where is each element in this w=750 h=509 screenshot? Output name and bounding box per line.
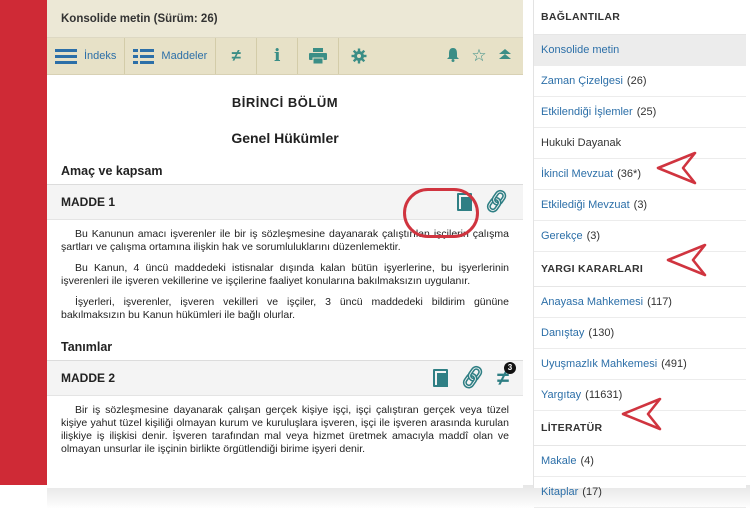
- bell-icon: [447, 47, 459, 62]
- changes-icon[interactable]: ≠ 3: [497, 362, 516, 389]
- info-icon: i: [274, 46, 281, 66]
- document-title: Konsolide metin (Sürüm: 26): [47, 0, 523, 38]
- section-heading-definitions: Tanımlar: [47, 340, 523, 361]
- copy-document-icon[interactable]: [432, 369, 448, 387]
- article-actions: 🔗︎ ≠ 3: [432, 361, 516, 395]
- printer-icon: [309, 48, 328, 64]
- double-chevron-up-icon: [499, 49, 511, 59]
- sidebar-item-books[interactable]: Kitaplar (17): [534, 477, 746, 508]
- index-button[interactable]: İndeks: [47, 38, 124, 74]
- sidebar-item-count: (491): [661, 358, 687, 370]
- article-header: MADDE 2 🔗︎ ≠ 3: [47, 361, 523, 396]
- favorite-button[interactable]: ☆: [469, 46, 489, 66]
- print-button[interactable]: [298, 38, 338, 74]
- articles-button[interactable]: Maddeler: [125, 38, 215, 74]
- sidebar-item-label: Konsolide metin: [541, 44, 620, 56]
- article-paragraph: Bu Kanun, 4 üncü maddedeki istisnalar dı…: [61, 262, 509, 287]
- sidebar-item-count: (3): [586, 230, 601, 242]
- not-equal-icon: ≠: [231, 46, 241, 65]
- sidebar-item-label: Kitaplar: [541, 486, 579, 498]
- sidebar-item-count: (4): [580, 455, 594, 467]
- sidebar-item-court-of-jurisdictional-disputes[interactable]: Uyuşmazlık Mahkemesi (491): [534, 349, 746, 380]
- link-icon[interactable]: 🔗︎: [482, 189, 511, 215]
- sidebar-item-count: (3): [633, 199, 648, 211]
- sidebar-item-affected-legislation[interactable]: Etkilediği Mevzuat (3): [534, 190, 746, 221]
- sidebar-item-affected-acts[interactable]: Etkilendiği İşlemler (25): [534, 97, 746, 128]
- sidebar-item-label: Gerekçe: [541, 230, 583, 242]
- part-title: BİRİNCİ BÖLÜM: [231, 95, 339, 110]
- document-content: BİRİNCİ BÖLÜM Genel Hükümler Amaç ve kap…: [47, 95, 523, 456]
- sidebar-item-label: Makale: [541, 455, 577, 467]
- sidebar-item-count: (130): [588, 327, 615, 339]
- bulleted-list-icon: [133, 48, 155, 64]
- sidebar-item-timeline[interactable]: Zaman Çizelgesi (26): [534, 66, 746, 97]
- document-pane: Konsolide metin (Sürüm: 26) İndeks Madde…: [47, 0, 523, 488]
- sidebar-item-count: (11631): [585, 389, 623, 401]
- sidebar-item-count: (117): [647, 296, 672, 308]
- settings-button[interactable]: [339, 38, 379, 74]
- article-title: MADDE 1: [61, 195, 116, 209]
- scroll-top-button[interactable]: [495, 47, 515, 65]
- compare-button[interactable]: ≠: [216, 38, 256, 74]
- article-paragraph: İşyerleri, işverenler, işveren vekilleri…: [61, 296, 509, 321]
- annotation-arrow-secondary-legislation: [656, 151, 697, 185]
- link-icon[interactable]: 🔗︎: [458, 365, 487, 391]
- list-icon: [55, 48, 77, 64]
- sidebar-item-legal-basis: Hukuki Dayanak: [534, 128, 746, 159]
- index-label: İndeks: [84, 50, 117, 62]
- section-heading-purpose: Amaç ve kapsam: [47, 164, 523, 185]
- highlight-circle-annotation: [403, 188, 479, 238]
- changes-count-badge: 3: [504, 362, 516, 374]
- notification-button[interactable]: [443, 47, 463, 66]
- sidebar-item-label: İkincil Mevzuat: [541, 168, 614, 180]
- sidebar-item-consolidated-text[interactable]: Konsolide metin: [534, 35, 746, 66]
- sidebar-item-justification[interactable]: Gerekçe (3): [534, 221, 746, 252]
- article-title: MADDE 2: [61, 371, 116, 385]
- gear-icon: [351, 48, 367, 64]
- sidebar-item-label: Etkilediği Mevzuat: [541, 199, 630, 211]
- sidebar-item-label: Zaman Çizelgesi: [541, 75, 623, 87]
- toolbar-right-actions: ☆: [443, 38, 515, 74]
- sidebar-item-articles[interactable]: Makale (4): [534, 446, 746, 477]
- star-icon: ☆: [471, 46, 487, 65]
- sidebar-item-count: (25): [636, 106, 657, 118]
- sidebar-item-count: (36*): [617, 168, 641, 180]
- sidebar-item-label: Yargıtay: [541, 389, 582, 401]
- sidebar-item-constitutional-court[interactable]: Anayasa Mahkemesi (117): [534, 287, 746, 318]
- articles-label: Maddeler: [161, 50, 208, 62]
- info-button[interactable]: i: [257, 38, 297, 74]
- sidebar-heading-links: BAĞLANTILAR: [534, 0, 746, 35]
- document-toolbar: İndeks Maddeler ≠ i ☆: [47, 38, 523, 75]
- article-paragraph: Bir iş sözleşmesine dayanarak çalışan ge…: [61, 404, 509, 455]
- left-red-band: [0, 0, 47, 485]
- chapter-title: Genel Hükümler: [231, 130, 339, 146]
- sidebar-item-label: Uyuşmazlık Mahkemesi: [541, 358, 658, 370]
- sidebar-item-label: Etkilendiği İşlemler: [541, 106, 633, 118]
- annotation-arrow-court-decisions: [666, 243, 707, 277]
- sidebar-item-count: (26): [626, 75, 647, 87]
- sidebar-item-secondary-legislation[interactable]: İkincil Mevzuat (36*): [534, 159, 746, 190]
- sidebar-item-council-of-state[interactable]: Danıştay (130): [534, 318, 746, 349]
- sidebar-item-label: Danıştay: [541, 327, 585, 339]
- sidebar-item-count: (17): [582, 486, 602, 498]
- annotation-arrow-literature: [621, 397, 662, 431]
- sidebar-item-label: Hukuki Dayanak: [541, 137, 622, 149]
- sidebar-item-label: Anayasa Mahkemesi: [541, 296, 644, 308]
- sidebar-heading-court-decisions: YARGI KARARLARI: [534, 252, 746, 287]
